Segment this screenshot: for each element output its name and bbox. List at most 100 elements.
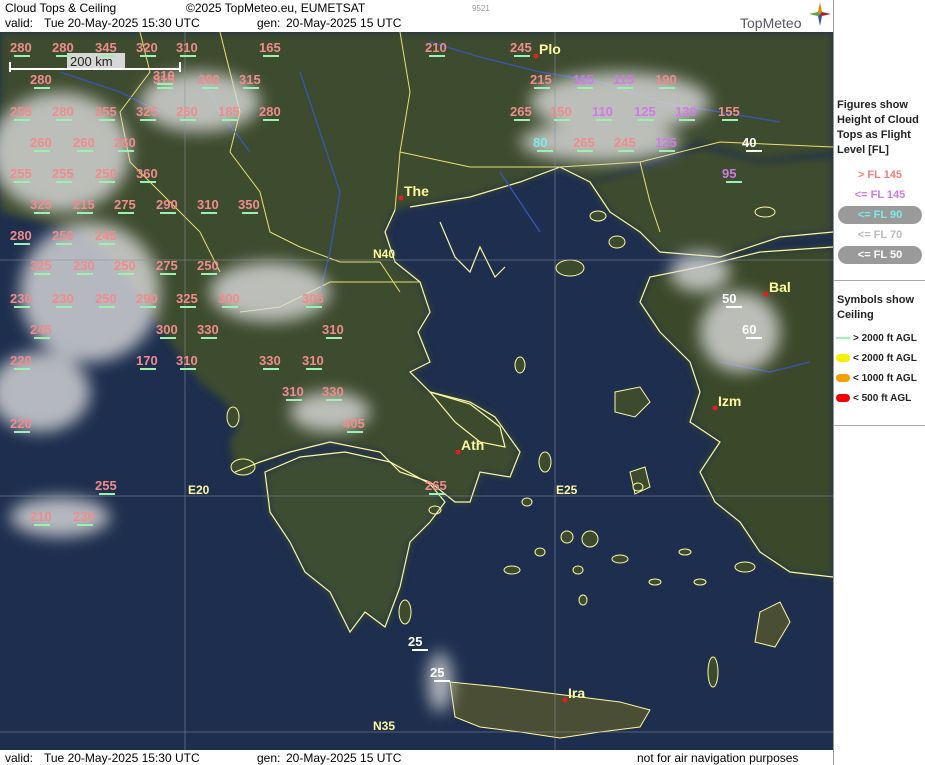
- cloud-top-label: 310: [197, 197, 219, 212]
- legend-level-0: > FL 145: [857, 169, 903, 181]
- cloud-top-label: 255: [95, 478, 117, 493]
- city-dot-the: [398, 195, 404, 201]
- image-id: 9521: [472, 4, 490, 13]
- cloud-top-label: 95: [722, 166, 736, 181]
- cloud-top-label: 165: [259, 40, 281, 55]
- ceiling-marker-icon: [836, 374, 850, 383]
- cloud-top-label: 280: [198, 72, 220, 87]
- legend-symbol-label: > 2000 ft AGL: [853, 333, 917, 344]
- cloud-top-label: 250: [95, 291, 117, 306]
- cloud-top-label: 325: [30, 258, 52, 273]
- footer-valid-time: Tue 20-May-2025 15:30 UTC: [44, 751, 200, 765]
- map-canvas: N40 E20 E25 N35 200 km PloTheBalIzmAthIr…: [0, 32, 833, 750]
- city-dot-plo: [533, 53, 539, 59]
- cloud-top-label: 215: [530, 72, 552, 87]
- cloud-top-label: 245: [30, 322, 52, 337]
- cloud-top-label: 260: [73, 135, 95, 150]
- cloud-top-label: 305: [302, 291, 324, 306]
- gen-label: gen:: [257, 16, 281, 30]
- cloud-top-label: 345: [95, 40, 117, 55]
- footer-gen-time: 20-May-2025 15 UTC: [286, 751, 402, 765]
- cloud-top-label: 255: [10, 104, 32, 119]
- cloud-top-label: 40: [742, 135, 756, 150]
- cloud-top-label: 330: [259, 353, 281, 368]
- copyright: ©2025 TopMeteo.eu, EUMETSAT: [186, 1, 366, 15]
- cloud-top-label: 405: [343, 416, 365, 431]
- cloud-top-label: 25: [408, 634, 422, 649]
- legend-divider: [834, 280, 925, 281]
- grid-label-e20: E20: [188, 483, 210, 497]
- legend-symbol-label: < 1000 ft AGL: [853, 373, 917, 384]
- cloud-top-label: 245: [614, 135, 636, 150]
- cloud-top-label: 130: [675, 104, 697, 119]
- gen-time: 20-May-2025 15 UTC: [286, 16, 402, 30]
- disclaimer: not for air navigation purposes: [637, 751, 799, 765]
- valid-time: Tue 20-May-2025 15:30 UTC: [44, 16, 200, 30]
- cloud-top-label: 280: [10, 40, 32, 55]
- city-dot-ath: [455, 449, 461, 455]
- cloud-top-label: 60: [742, 322, 756, 337]
- cloud-top-label: 330: [322, 384, 344, 399]
- legend-level-4: <= FL 50: [838, 246, 922, 264]
- ceiling-marker-icon: [836, 337, 850, 340]
- city-label-the: The: [404, 183, 429, 199]
- cloud-top-label: 310: [153, 68, 175, 83]
- cloud-top-label: 155: [718, 104, 740, 119]
- cloud-top-label: 265: [573, 135, 595, 150]
- cloud-top-label: 310: [176, 40, 198, 55]
- valid-label: valid:: [5, 16, 34, 30]
- cloud-top-label: 230: [10, 291, 32, 306]
- cloud-top-label: 280: [52, 40, 74, 55]
- cloud-top-label: 260: [176, 104, 198, 119]
- cloud-top-label: 210: [30, 509, 52, 524]
- cloud-top-label: 245: [510, 40, 532, 55]
- cloud-top-label: 250: [114, 258, 136, 273]
- cloud-top-label: 325: [30, 197, 52, 212]
- grid-label-n35: N35: [373, 719, 395, 733]
- cloud-top-label: 325: [176, 291, 198, 306]
- cloud-top-label: 230: [73, 509, 95, 524]
- cloud-top-label: 280: [30, 72, 52, 87]
- cloud-top-label: 245: [95, 228, 117, 243]
- cloud-top-label: 300: [218, 291, 240, 306]
- cloud-top-label: 265: [510, 104, 532, 119]
- compass-logo-icon: [809, 2, 831, 26]
- legend-level-3: <= FL 70: [857, 229, 903, 241]
- cloud-top-label: 265: [425, 478, 447, 493]
- city-dot-ira: [562, 697, 568, 703]
- city-label-ath: Ath: [461, 437, 484, 453]
- cloud-top-label: 280: [259, 104, 281, 119]
- cloud-top-label: 250: [52, 228, 74, 243]
- cloud-top-label: 255: [95, 104, 117, 119]
- grid-label-e25: E25: [556, 483, 578, 497]
- cloud-top-label: 290: [136, 291, 158, 306]
- cloud-top-label: 290: [156, 197, 178, 212]
- city-label-plo: Plo: [539, 41, 561, 57]
- legend-level-1: <= FL 145: [854, 189, 906, 201]
- cloud-top-label: 320: [136, 40, 158, 55]
- cloud-top-label: 360: [136, 166, 158, 181]
- cloud-top-label: 310: [302, 353, 324, 368]
- cloud-top-label: 250: [95, 166, 117, 181]
- cloud-top-label: 310: [322, 322, 344, 337]
- brand-logo-text: TopMeteo: [740, 15, 802, 31]
- footer-valid-label: valid:: [5, 751, 34, 765]
- cloud-top-label: 125: [655, 135, 677, 150]
- cloud-top-label: 190: [655, 72, 677, 87]
- cloud-top-label: 350: [238, 197, 260, 212]
- cloud-top-label: 255: [52, 166, 74, 181]
- cloud-top-label: 310: [176, 353, 198, 368]
- cloud-top-label: 220: [10, 416, 32, 431]
- map-title: Cloud Tops & Ceiling: [5, 1, 117, 15]
- grid-label-n40: N40: [373, 247, 395, 261]
- satellite-map[interactable]: N40 E20 E25 N35 200 km Plo The Bal Izm Ath Ir…: [0, 32, 833, 750]
- cloud-top-label: 25: [430, 665, 444, 680]
- cloud-top-label: 250: [197, 258, 219, 273]
- cloud-top-label: 125: [634, 104, 656, 119]
- cloud-top-label: 260: [30, 135, 52, 150]
- footer-gen-label: gen:: [257, 751, 281, 765]
- cloud-top-label: 110: [592, 104, 613, 119]
- cloud-top-label: 325: [136, 104, 158, 119]
- cloud-top-label: 300: [156, 322, 178, 337]
- legend-symbol-label: < 500 ft AGL: [853, 393, 912, 404]
